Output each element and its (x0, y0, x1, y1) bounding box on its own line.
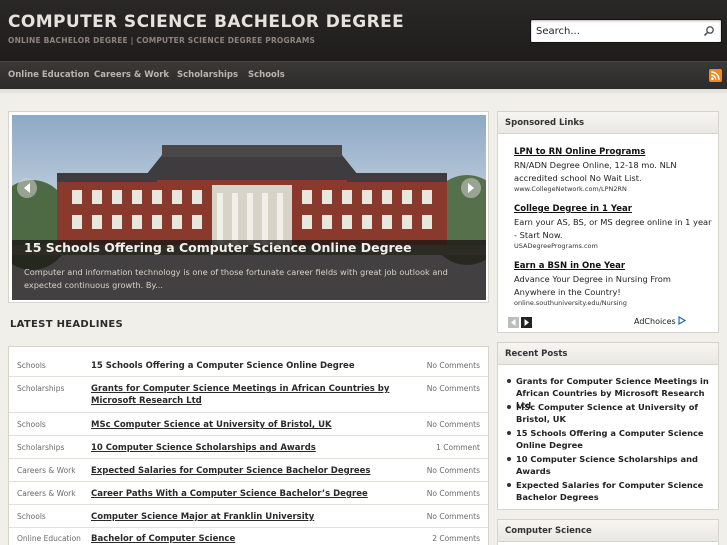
site-title[interactable]: COMPUTER SCIENCE BACHELOR DEGREE (8, 12, 404, 32)
adchoices-icon (678, 315, 687, 326)
row-comments[interactable]: 2 Comments (432, 534, 480, 543)
table-row: Schools 15 Schools Offering a Computer S… (9, 347, 488, 377)
row-comments[interactable]: No Comments (427, 361, 480, 370)
table-row: Scholarships Grants for Computer Science… (9, 377, 488, 413)
nav-shadow (0, 89, 727, 95)
ad-item: LPN to RN Online Programs RN/ADN Degree … (514, 147, 714, 193)
row-title-link[interactable]: 10 Computer Science Scholarships and Awa… (91, 442, 411, 454)
recent-post-label: MSc Computer Science at University of Br… (516, 402, 699, 424)
ad-prev-button[interactable] (508, 317, 519, 328)
bullet-icon (507, 457, 511, 461)
headlines-list: Schools 15 Schools Offering a Computer S… (8, 346, 489, 545)
row-title-link[interactable]: Expected Salaries for Computer Science B… (91, 465, 411, 477)
site-tagline: ONLINE BACHELOR DEGREE | COMPUTER SCIENC… (8, 36, 316, 45)
row-comments[interactable]: No Comments (427, 466, 480, 475)
site-header: COMPUTER SCIENCE BACHELOR DEGREE ONLINE … (0, 0, 727, 61)
recent-post-label: 15 Schools Offering a Computer Science O… (516, 428, 704, 450)
row-title-link[interactable]: Bachelor of Computer Science (91, 533, 411, 545)
nav-item-scholarships[interactable]: Scholarships (177, 70, 238, 80)
search-icon[interactable] (703, 25, 715, 37)
ad-description: RN/ADN Degree Online, 12-18 mo. NLN accr… (514, 160, 677, 183)
row-comments[interactable]: No Comments (427, 384, 480, 393)
ad-item: Earn a BSN in One Year Advance Your Degr… (514, 261, 714, 307)
featured-slider: 15 Schools Offering a Computer Science O… (8, 111, 489, 303)
row-category[interactable]: Schools (17, 512, 46, 521)
recent-posts-title: Recent Posts (498, 343, 718, 365)
nav-item-careers-work[interactable]: Careers & Work (94, 70, 169, 80)
table-row: Schools Computer Science Major at Frankl… (9, 505, 488, 528)
table-row: Schools MSc Computer Science at Universi… (9, 413, 488, 436)
search-box (530, 19, 722, 43)
row-comments[interactable]: No Comments (427, 489, 480, 498)
row-category[interactable]: Schools (17, 420, 46, 429)
bullet-icon (507, 483, 511, 487)
recent-posts-widget: Recent Posts Grants for Computer Science… (497, 342, 719, 510)
row-category[interactable]: Scholarships (17, 443, 64, 452)
ad-url[interactable]: USADegreePrograms.com (514, 242, 714, 250)
sponsored-links-widget: Sponsored Links LPN to RN Online Program… (497, 111, 719, 333)
ad-title-link[interactable]: LPN to RN Online Programs (514, 147, 714, 157)
ad-url[interactable]: online.southuniversity.edu/Nursing (514, 299, 714, 307)
row-title-link[interactable]: MSc Computer Science at University of Br… (91, 419, 411, 431)
chevron-left-icon (24, 183, 30, 193)
adchoices-link[interactable]: AdChoices (634, 315, 687, 326)
ad-description: Advance Your Degree in Nursing From Anyw… (514, 274, 671, 297)
ad-url[interactable]: www.CollegeNetwork.com/LPN2RN (514, 185, 714, 193)
search-input[interactable] (531, 20, 699, 42)
row-category[interactable]: Schools (17, 361, 46, 370)
ad-title-link[interactable]: College Degree in 1 Year (514, 204, 714, 214)
ad-next-button[interactable] (521, 317, 532, 328)
table-row: Careers & Work Expected Salaries for Com… (9, 459, 488, 482)
recent-post-link[interactable]: MSc Computer Science at University of Br… (507, 401, 712, 425)
nav-item-online-education[interactable]: Online Education (8, 70, 89, 80)
row-comments[interactable]: No Comments (427, 512, 480, 521)
computer-science-widget: Computer Science (497, 519, 719, 545)
bullet-icon (507, 405, 511, 409)
row-category[interactable]: Online Education (17, 534, 81, 543)
ad-title-link[interactable]: Earn a BSN in One Year (514, 261, 714, 271)
bullet-icon (507, 431, 511, 435)
chevron-right-icon (468, 183, 474, 193)
recent-post-link[interactable]: 10 Computer Science Scholarships and Awa… (507, 453, 712, 477)
ad-item: College Degree in 1 Year Earn your AS, B… (514, 204, 714, 250)
computer-science-title: Computer Science (498, 520, 718, 542)
sponsored-links-title: Sponsored Links (498, 112, 718, 134)
row-comments[interactable]: 1 Comment (436, 443, 480, 452)
recent-post-link[interactable]: 15 Schools Offering a Computer Science O… (507, 427, 712, 451)
recent-post-label: Expected Salaries for Computer Science B… (516, 480, 704, 502)
slider-prev-button[interactable] (17, 178, 37, 198)
row-title-link[interactable]: Grants for Computer Science Meetings in … (91, 383, 411, 407)
row-category[interactable]: Scholarships (17, 384, 64, 393)
table-row: Online Education Bachelor of Computer Sc… (9, 528, 488, 545)
row-title-link[interactable]: 15 Schools Offering a Computer Science O… (91, 360, 411, 372)
row-category[interactable]: Careers & Work (17, 466, 76, 475)
nav-item-schools[interactable]: Schools (248, 70, 285, 80)
ad-description: Earn your AS, BS, or MS degree online in… (514, 217, 712, 240)
adchoices-label: AdChoices (634, 317, 676, 326)
table-row: Scholarships 10 Computer Science Scholar… (9, 436, 488, 459)
recent-post-link[interactable]: Expected Salaries for Computer Science B… (507, 479, 712, 503)
latest-headlines-title: LATEST HEADLINES (10, 319, 124, 330)
row-category[interactable]: Careers & Work (17, 489, 76, 498)
table-row: Careers & Work Career Paths With a Compu… (9, 482, 488, 505)
rss-icon[interactable] (709, 69, 722, 82)
recent-post-label: 10 Computer Science Scholarships and Awa… (516, 454, 698, 476)
bullet-icon (507, 379, 511, 383)
slider-excerpt: Computer and information technology is o… (24, 267, 448, 290)
row-comments[interactable]: No Comments (427, 420, 480, 429)
row-title-link[interactable]: Computer Science Major at Franklin Unive… (91, 511, 411, 523)
slider-next-button[interactable] (461, 178, 481, 198)
row-title-link[interactable]: Career Paths With a Computer Science Bac… (91, 488, 411, 500)
main-nav: Online Education Careers & Work Scholars… (0, 61, 727, 89)
slider-title[interactable]: 15 Schools Offering a Computer Science O… (24, 240, 412, 255)
